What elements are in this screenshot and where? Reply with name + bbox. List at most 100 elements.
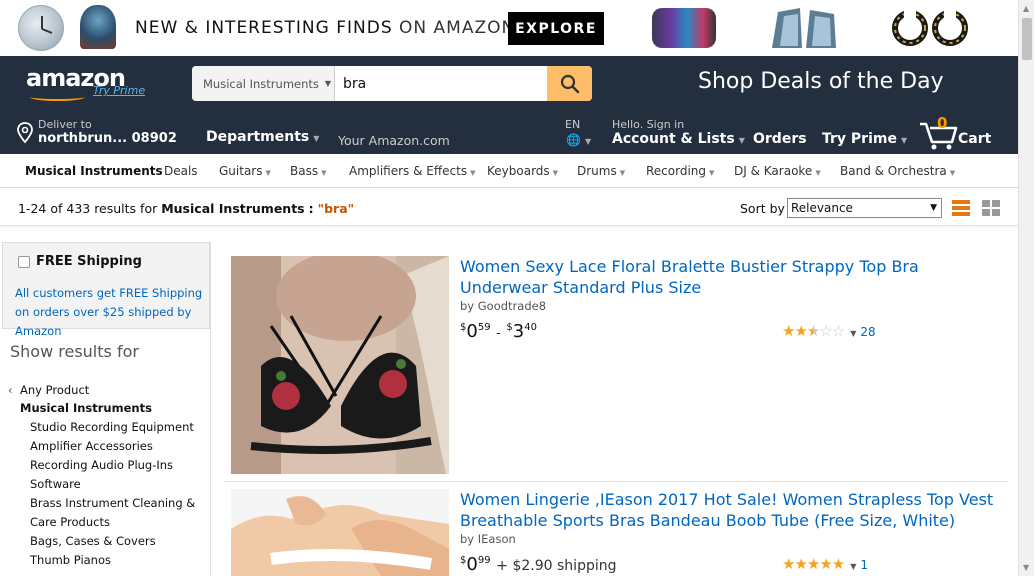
search-input[interactable] (335, 66, 547, 101)
product-image[interactable] (231, 256, 449, 474)
sidebar-category-link[interactable]: Software (30, 477, 81, 491)
globe-icon[interactable]: 🌐 ▼ (566, 133, 591, 147)
product-price[interactable]: $099 + $2.90 shipping (460, 554, 617, 575)
subnav-musical-instruments[interactable]: Musical Instruments (25, 164, 163, 178)
grid-view-icon[interactable] (982, 200, 1000, 216)
clock-product-image (18, 5, 64, 51)
price-low-fraction: 59 (477, 322, 491, 333)
product-brand: by Goodtrade8 (460, 299, 547, 313)
review-count-link[interactable]: 1 (860, 558, 868, 572)
explore-button[interactable]: EXPLORE (508, 12, 604, 45)
price-fraction: 99 (477, 555, 491, 566)
chevron-down-icon: ▼ (584, 137, 592, 146)
sidebar-category-link[interactable]: Thumb Pianos (30, 553, 111, 567)
product-image[interactable] (231, 489, 449, 576)
try-prime-label: Try Prime (822, 131, 897, 147)
list-view-icon[interactable] (952, 200, 970, 216)
page-scrollbar[interactable]: ▲ ▼ (1018, 0, 1034, 576)
star-full-icon: ★★★★★ (782, 555, 845, 573)
sidebar-category-link[interactable]: Amplifier Accessories (30, 439, 153, 453)
chevron-down-icon: ▼ (321, 169, 327, 177)
earrings-product-image (890, 6, 970, 50)
header-nav: Deliver to northbrun... 08902 Department… (0, 114, 1018, 154)
try-prime-menu[interactable]: Try Prime ▼ (822, 131, 907, 147)
account-lists-menu[interactable]: Account & Lists ▼ (612, 131, 745, 147)
subnav-dj-karaoke-label: DJ & Karaoke (734, 164, 813, 178)
scroll-up-icon[interactable]: ▲ (1023, 4, 1029, 13)
chevron-down-icon: ▼ (313, 134, 320, 143)
subnav-band-orchestra-label: Band & Orchestra (840, 164, 947, 178)
subnav-drums[interactable]: Drums ▼ (577, 164, 625, 178)
results-summary-bar: 1-24 of 433 results for Musical Instrume… (0, 188, 1018, 226)
product-price[interactable]: $059 - $340 (460, 321, 537, 342)
cart-count: 0 (937, 114, 948, 132)
sidebar-category-link[interactable]: Studio Recording Equipment (30, 420, 194, 434)
sidebar-category-link[interactable]: Bags, Cases & Covers (30, 534, 156, 548)
subnav-dj-karaoke[interactable]: DJ & Karaoke ▼ (734, 164, 821, 178)
sidebar-category-link-partial[interactable] (30, 572, 170, 576)
any-product-link[interactable]: Any Product (20, 383, 89, 397)
departments-menu[interactable]: Departments ▼ (206, 129, 319, 145)
cart-link[interactable]: Cart (958, 131, 991, 147)
sort-by-label: Sort by (740, 201, 785, 216)
product-title-link[interactable]: Women Sexy Lace Floral Bralette Bustier … (460, 256, 1000, 298)
subnav-deals[interactable]: Deals (164, 164, 198, 178)
star-rating[interactable]: ★★★☆☆ ▼ 28 (782, 322, 876, 340)
scroll-down-icon[interactable]: ▼ (1023, 563, 1029, 572)
site-header: amazon Try Prime Musical Instruments ▼ S… (0, 56, 1018, 154)
chevron-down-icon: ▼ (324, 79, 332, 88)
search-result-item: Women Sexy Lace Floral Bralette Bustier … (224, 256, 1008, 476)
product-title-link[interactable]: Women Lingerie ,IEason 2017 Hot Sale! Wo… (460, 489, 1000, 531)
search-button[interactable] (547, 66, 592, 101)
star-empty-icon: ☆☆ (819, 322, 845, 340)
free-shipping-checkbox[interactable] (18, 256, 30, 268)
free-shipping-note[interactable]: All customers get FREE Shipping on order… (15, 284, 211, 341)
scrollbar-thumb[interactable] (1022, 18, 1032, 60)
free-shipping-label[interactable]: FREE Shipping (36, 254, 142, 269)
sort-dropdown[interactable]: Relevance ▼ (787, 198, 942, 218)
results-query: "bra" (317, 201, 355, 216)
account-lists-label: Account & Lists (612, 131, 735, 147)
subnav-recording[interactable]: Recording ▼ (646, 164, 714, 178)
speaker-product-image (652, 8, 716, 48)
subnav-bass-label: Bass (290, 164, 319, 178)
shop-deals-link[interactable]: Shop Deals of the Day (698, 69, 944, 94)
sort-dropdown-value: Relevance (791, 201, 853, 215)
subnav-bass[interactable]: Bass ▼ (290, 164, 326, 178)
chevron-down-icon: ▼ (900, 136, 908, 145)
sidebar-category-link[interactable]: Brass Instrument Cleaning & (30, 496, 195, 510)
sidebar-category-link[interactable]: Recording Audio Plug-Ins (30, 458, 173, 472)
chevron-down-icon: ▼ (815, 169, 821, 177)
subnav-keyboards[interactable]: Keyboards ▼ (487, 164, 558, 178)
promo-headline-light: ON AMAZON (399, 18, 516, 38)
show-results-heading: Show results for (10, 342, 139, 361)
star-full-icon: ★★ (782, 322, 808, 340)
search-category-dropdown[interactable]: Musical Instruments ▼ (192, 66, 335, 101)
your-amazon-link[interactable]: Your Amazon.com (338, 133, 450, 148)
chevron-down-icon: ▼ (738, 136, 745, 145)
star-half-icon: ★ (806, 322, 820, 340)
sidebar-category-link[interactable]: Care Products (30, 515, 110, 529)
review-count-link[interactable]: 28 (860, 325, 875, 339)
refinements-sidebar: FREE Shipping All customers get FREE Shi… (0, 242, 210, 576)
subnav-keyboards-label: Keyboards (487, 164, 550, 178)
hello-signin[interactable]: Hello. Sign in (612, 118, 684, 131)
promo-banner[interactable]: NEW & INTERESTING FINDS ON AMAZON EXPLOR… (0, 0, 1018, 56)
star-rating[interactable]: ★★★★★ ▼ 1 (782, 555, 868, 573)
price-separator: - (496, 326, 501, 340)
language-code[interactable]: EN (565, 118, 580, 131)
subnav-drums-label: Drums (577, 164, 617, 178)
chevron-down-icon: ▼ (470, 169, 476, 177)
promo-headline: NEW & INTERESTING FINDS ON AMAZON (135, 18, 515, 38)
results-count: 1-24 of 433 results for Musical Instrume… (18, 201, 354, 216)
orders-link[interactable]: Orders (753, 131, 807, 147)
deliver-to-location[interactable]: northbrun... 08902 (38, 131, 177, 146)
subnav-amplifiers-effects[interactable]: Amplifiers & Effects ▼ (349, 164, 475, 178)
subnav-band-orchestra[interactable]: Band & Orchestra ▼ (840, 164, 955, 178)
subnav-guitars[interactable]: Guitars ▼ (219, 164, 271, 178)
try-prime-logo-link[interactable]: Try Prime (93, 84, 145, 97)
subnav-amplifiers-effects-label: Amplifiers & Effects (349, 164, 468, 178)
chevron-left-icon: ‹ (8, 383, 13, 397)
chevron-down-icon: ▼ (850, 562, 857, 571)
result-divider (224, 481, 1008, 482)
